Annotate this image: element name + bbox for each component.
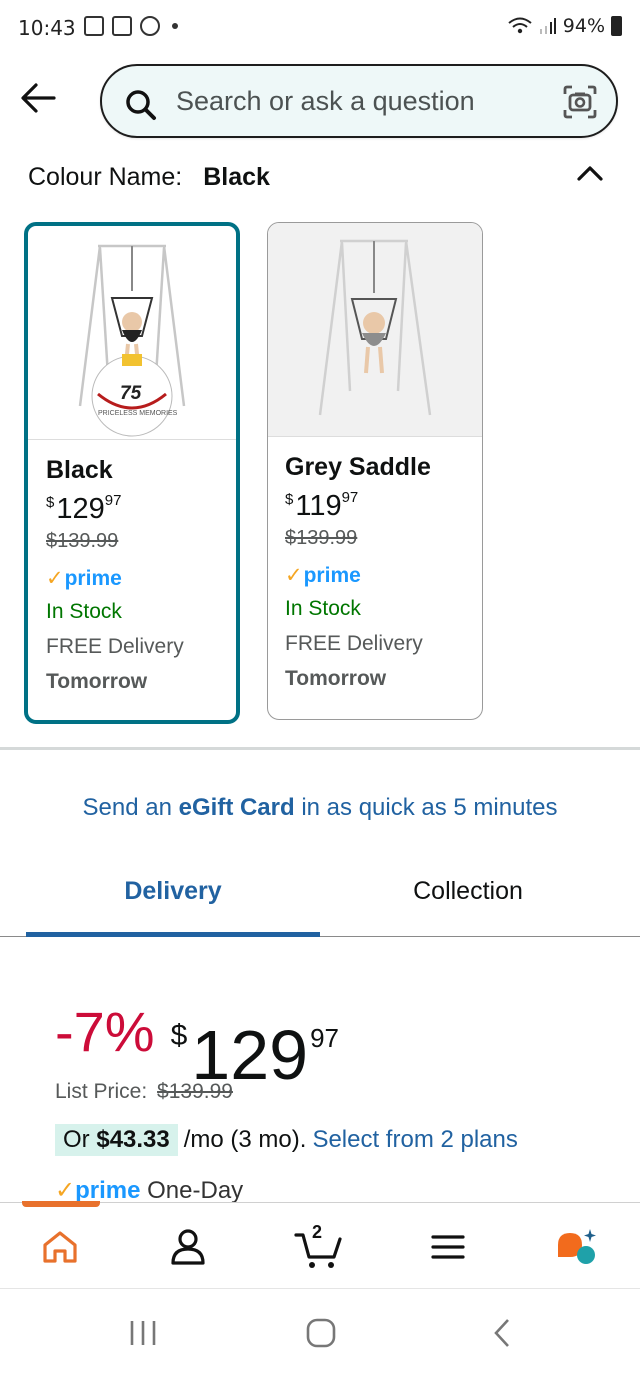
nav-rufus[interactable]: [554, 1227, 598, 1271]
baby-jumper-image: [78, 244, 186, 437]
battery-icon: [611, 16, 622, 36]
list-price: List Price: $139.99: [55, 1080, 233, 1104]
variant-stock: In Stock: [46, 600, 122, 623]
prime-label: prime: [303, 564, 361, 587]
badge-number: 75: [120, 383, 142, 404]
egift-suffix: in as quick as 5 minutes: [301, 794, 558, 821]
camera-search-icon[interactable]: [562, 84, 598, 120]
variant-image-black: 75 PRICELESS MEMORIES: [28, 226, 236, 440]
colour-name-value: Black: [203, 163, 270, 191]
variant-delivery-date: Tomorrow: [46, 670, 148, 693]
price-currency: $: [285, 491, 294, 508]
variant-was-price: $139.99: [285, 527, 358, 549]
colour-name-row: Colour Name: Black: [28, 163, 270, 192]
installment-plan-row: Or $43.33 /mo (3 mo). Select from 2 plan…: [55, 1124, 518, 1156]
egift-card-link[interactable]: Send an eGift Card in as quick as 5 minu…: [0, 794, 640, 822]
status-right: 94%: [507, 15, 622, 37]
select-plans-link[interactable]: Select from 2 plans: [312, 1126, 517, 1154]
search-icon: [126, 90, 156, 120]
variant-price: $11997: [285, 489, 482, 527]
recent-apps-icon[interactable]: [126, 1317, 160, 1349]
variant-price: $12997: [46, 492, 236, 530]
badge-caption: PRICELESS MEMORIES: [98, 410, 178, 417]
nav-account[interactable]: [168, 1227, 212, 1271]
price-fraction: 97: [341, 489, 359, 506]
status-time: 10:43: [18, 16, 76, 40]
egift-bold: eGift Card: [178, 794, 295, 821]
price-fraction: 97: [310, 1023, 339, 1053]
prime-badge: ✓prime: [46, 566, 236, 600]
system-nav-bar: [0, 1288, 640, 1373]
variant-name: Black: [46, 456, 113, 484]
back-button[interactable]: [18, 78, 62, 118]
prime-label: prime: [64, 567, 122, 590]
plan-amount: $43.33: [96, 1126, 170, 1153]
prime-check-icon: ✓: [285, 564, 303, 587]
battery-percent: 94%: [562, 15, 605, 37]
price-currency: $: [170, 1019, 188, 1052]
account-icon: [171, 1229, 205, 1265]
price-currency: $: [46, 494, 55, 511]
gallery-notification-icon: [84, 16, 104, 36]
nav-menu[interactable]: [428, 1227, 472, 1271]
tab-active-indicator: [26, 932, 320, 937]
wifi-icon: [508, 17, 532, 34]
bottom-nav: 2: [0, 1201, 640, 1286]
variant-card-grey-saddle[interactable]: Grey Saddle $11997 $139.99 ✓prime In Sto…: [267, 222, 483, 720]
prime-check-icon: ✓: [55, 1177, 76, 1204]
variant-name: Grey Saddle: [285, 453, 431, 481]
price-whole: 119: [295, 490, 342, 522]
cart-count: 2: [312, 1222, 323, 1242]
prime-badge: ✓prime: [285, 563, 482, 597]
colour-name-label: Colour Name:: [28, 163, 183, 191]
price-fraction: 97: [104, 492, 122, 509]
nav-cart[interactable]: 2: [294, 1222, 342, 1271]
gmail-notification-icon: [112, 16, 132, 36]
rufus-icon: [558, 1229, 596, 1264]
baby-jumper-image: [318, 239, 432, 416]
notification-icons: [84, 16, 178, 36]
back-arrow-icon: [21, 83, 56, 113]
variant-was-price: $139.99: [46, 530, 119, 552]
home-icon: [43, 1231, 77, 1263]
active-tab-indicator: [22, 1201, 100, 1207]
section-divider: [0, 747, 640, 750]
variant-card-black[interactable]: 75 PRICELESS MEMORIES Black $12997 $139.…: [24, 222, 240, 724]
tab-collection[interactable]: Collection: [320, 877, 616, 906]
signal-icon: [539, 18, 556, 34]
menu-icon: [431, 1235, 465, 1259]
search-input[interactable]: Search or ask a question: [176, 86, 475, 117]
variant-image-grey-saddle: [268, 223, 482, 437]
variant-stock: In Stock: [285, 597, 361, 620]
app-notification-icon: [140, 16, 160, 36]
home-button-icon[interactable]: [304, 1317, 338, 1349]
back-nav-icon[interactable]: [486, 1317, 520, 1349]
nav-home[interactable]: [40, 1227, 84, 1271]
one-day-label: One-Day: [147, 1177, 244, 1204]
discount-percent: -7%: [55, 1000, 155, 1063]
variant-delivery-date: Tomorrow: [285, 667, 387, 690]
variant-delivery: FREE Delivery: [285, 632, 423, 655]
chevron-up-icon[interactable]: [576, 162, 604, 184]
tab-delivery[interactable]: Delivery: [26, 877, 320, 906]
variant-delivery: FREE Delivery: [46, 635, 184, 658]
plan-prefix: Or: [63, 1126, 90, 1153]
search-bar[interactable]: Search or ask a question: [100, 64, 618, 138]
prime-label: prime: [75, 1177, 141, 1204]
price-whole: 129: [56, 493, 105, 525]
more-notifications-dot-icon: [172, 23, 178, 29]
prime-check-icon: ✓: [46, 567, 64, 590]
list-price-label: List Price:: [55, 1080, 148, 1103]
installment-chip: Or $43.33: [55, 1124, 178, 1156]
status-bar: 10:43 94%: [0, 0, 640, 56]
list-price-value: $139.99: [157, 1080, 233, 1103]
plan-term: /mo (3 mo).: [183, 1126, 307, 1153]
egift-prefix: Send an: [82, 794, 172, 821]
